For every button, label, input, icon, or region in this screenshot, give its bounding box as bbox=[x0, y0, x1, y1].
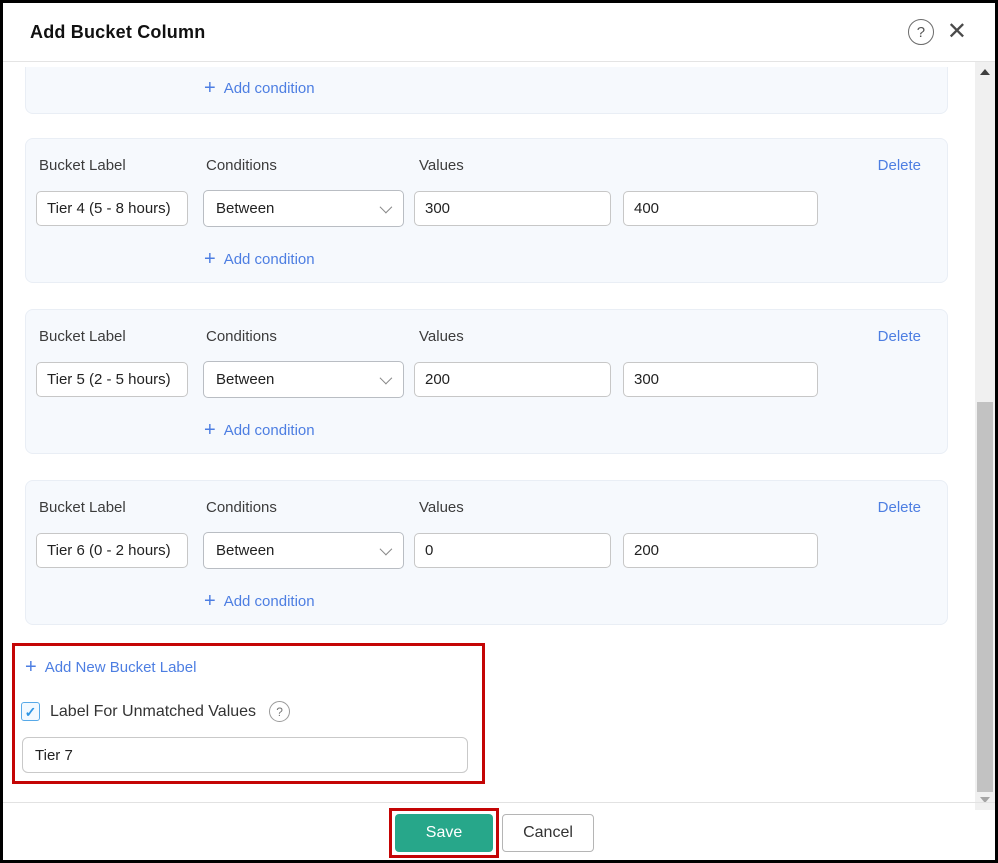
add-condition-link[interactable]: + Add condition bbox=[204, 78, 315, 98]
save-button[interactable]: Save bbox=[395, 814, 493, 852]
condition-select[interactable]: Between bbox=[203, 532, 404, 569]
add-new-bucket-label-link[interactable]: + Add New Bucket Label bbox=[25, 657, 196, 677]
conditions-header: Conditions bbox=[206, 157, 277, 174]
unmatched-values-row: ✓ Label For Unmatched Values ? bbox=[21, 701, 290, 722]
value-to-input[interactable] bbox=[623, 533, 818, 568]
add-condition-link[interactable]: + Add condition bbox=[204, 420, 315, 440]
plus-icon: + bbox=[204, 591, 216, 611]
close-icon[interactable]: ✕ bbox=[947, 20, 967, 44]
condition-selected-value: Between bbox=[216, 542, 380, 559]
value-from-input[interactable] bbox=[414, 362, 611, 397]
delete-bucket-link[interactable]: Delete bbox=[878, 328, 921, 345]
chevron-down-icon bbox=[380, 543, 393, 556]
add-condition-link[interactable]: + Add condition bbox=[204, 249, 315, 269]
help-icon[interactable]: ? bbox=[269, 701, 290, 722]
add-condition-label: Add condition bbox=[224, 251, 315, 268]
triangle-up-icon bbox=[980, 69, 990, 75]
bucket-card-tier5: Bucket Label Conditions Values Delete Be… bbox=[25, 309, 948, 454]
value-from-input[interactable] bbox=[414, 191, 611, 226]
annotation-highlight-save: Save bbox=[389, 808, 499, 858]
scrollbar[interactable] bbox=[975, 62, 995, 810]
conditions-header: Conditions bbox=[206, 328, 277, 345]
value-from-input[interactable] bbox=[414, 533, 611, 568]
add-condition-label: Add condition bbox=[224, 422, 315, 439]
cancel-button[interactable]: Cancel bbox=[502, 814, 594, 852]
bucket-label-input[interactable] bbox=[36, 533, 188, 568]
scrollbar-thumb[interactable] bbox=[977, 402, 993, 792]
bucket-card-tier6: Bucket Label Conditions Values Delete Be… bbox=[25, 480, 948, 625]
chevron-down-icon bbox=[380, 372, 393, 385]
conditions-header: Conditions bbox=[206, 499, 277, 516]
values-header: Values bbox=[419, 499, 464, 516]
plus-icon: + bbox=[204, 78, 216, 98]
value-to-input[interactable] bbox=[623, 191, 818, 226]
unmatched-values-checkbox[interactable]: ✓ bbox=[21, 702, 40, 721]
add-bucket-column-dialog: Add Bucket Column ? ✕ + Add condition Bu… bbox=[0, 0, 998, 863]
bucket-label-header: Bucket Label bbox=[39, 499, 126, 516]
annotation-highlight-box: + Add New Bucket Label ✓ Label For Unmat… bbox=[12, 643, 485, 784]
condition-select[interactable]: Between bbox=[203, 190, 404, 227]
unmatched-values-label: Label For Unmatched Values bbox=[50, 703, 256, 721]
bucket-label-header: Bucket Label bbox=[39, 157, 126, 174]
condition-selected-value: Between bbox=[216, 200, 380, 217]
add-condition-label: Add condition bbox=[224, 593, 315, 610]
plus-icon: + bbox=[204, 249, 216, 269]
footer-divider bbox=[3, 802, 995, 803]
plus-icon: + bbox=[204, 420, 216, 440]
delete-bucket-link[interactable]: Delete bbox=[878, 157, 921, 174]
plus-icon: + bbox=[25, 657, 37, 677]
values-header: Values bbox=[419, 328, 464, 345]
help-icon[interactable]: ? bbox=[908, 19, 934, 45]
add-new-bucket-label-text: Add New Bucket Label bbox=[45, 659, 197, 676]
bucket-card-tier4: Bucket Label Conditions Values Delete Be… bbox=[25, 138, 948, 283]
dialog-title: Add Bucket Column bbox=[30, 22, 908, 43]
condition-selected-value: Between bbox=[216, 371, 380, 388]
add-condition-link[interactable]: + Add condition bbox=[204, 591, 315, 611]
values-header: Values bbox=[419, 157, 464, 174]
delete-bucket-link[interactable]: Delete bbox=[878, 499, 921, 516]
scroll-down-arrow[interactable] bbox=[975, 792, 995, 808]
header-icons: ? ✕ bbox=[908, 19, 967, 45]
scroll-up-arrow[interactable] bbox=[975, 64, 995, 80]
chevron-down-icon bbox=[380, 201, 393, 214]
bucket-label-input[interactable] bbox=[36, 191, 188, 226]
dialog-header: Add Bucket Column ? ✕ bbox=[3, 3, 995, 62]
unmatched-label-input[interactable] bbox=[22, 737, 468, 773]
condition-select[interactable]: Between bbox=[203, 361, 404, 398]
bucket-card-partial: + Add condition bbox=[25, 67, 948, 114]
checkmark-icon: ✓ bbox=[25, 705, 37, 719]
bucket-label-input[interactable] bbox=[36, 362, 188, 397]
bucket-label-header: Bucket Label bbox=[39, 328, 126, 345]
value-to-input[interactable] bbox=[623, 362, 818, 397]
add-condition-label: Add condition bbox=[224, 80, 315, 97]
